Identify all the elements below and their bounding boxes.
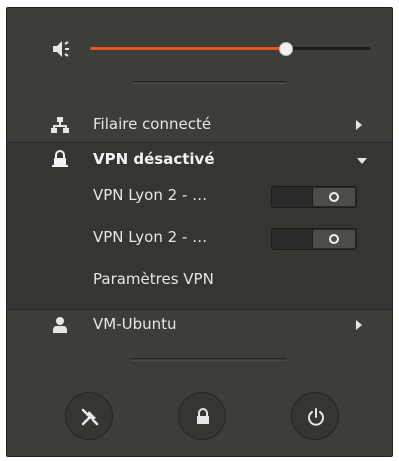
toggle-thumb xyxy=(312,230,355,248)
vpn-connection-item[interactable]: VPN Lyon 2 - … xyxy=(7,221,392,255)
vpn-settings-label: Paramètres VPN xyxy=(93,270,214,288)
toggle-off-indicator xyxy=(329,234,339,244)
wired-network-label: Filaire connecté xyxy=(93,115,212,133)
power-button[interactable] xyxy=(291,392,339,440)
user-icon xyxy=(51,316,69,334)
chevron-down-icon xyxy=(357,158,367,164)
vpn-settings-item[interactable]: Paramètres VPN xyxy=(7,263,392,297)
toggle-off-indicator xyxy=(329,192,339,202)
separator xyxy=(131,81,286,84)
user-label: VM-Ubuntu xyxy=(93,315,177,333)
settings-button[interactable] xyxy=(65,392,113,440)
volume-slider-fill xyxy=(90,47,286,50)
vpn-connection-item[interactable]: VPN Lyon 2 - … xyxy=(7,179,392,213)
volume-slider[interactable] xyxy=(90,42,370,56)
action-buttons xyxy=(7,392,392,442)
volume-row xyxy=(7,36,392,62)
vpn-connection-toggle[interactable] xyxy=(271,186,357,208)
vpn-section: VPN désactivé VPN Lyon 2 - … VPN Lyon 2 … xyxy=(7,142,392,310)
vpn-header-item[interactable]: VPN désactivé xyxy=(7,143,392,177)
lock-icon xyxy=(51,150,69,168)
separator xyxy=(131,358,286,361)
volume-slider-handle[interactable] xyxy=(279,42,293,56)
chevron-right-icon xyxy=(356,320,362,330)
audio-volume-icon xyxy=(51,38,73,60)
vpn-connection-label: VPN Lyon 2 - … xyxy=(93,228,208,246)
system-status-menu: Filaire connecté VPN désactivé VPN Lyon … xyxy=(6,7,393,457)
vpn-connection-toggle[interactable] xyxy=(271,228,357,250)
user-item[interactable]: VM-Ubuntu xyxy=(7,308,392,342)
toggle-thumb xyxy=(312,188,355,206)
vpn-status-label: VPN désactivé xyxy=(93,150,215,168)
wired-network-item[interactable]: Filaire connecté xyxy=(7,108,392,142)
network-wired-icon xyxy=(51,116,69,134)
chevron-right-icon xyxy=(356,120,362,130)
lock-screen-button[interactable] xyxy=(178,392,226,440)
vpn-connection-label: VPN Lyon 2 - … xyxy=(93,186,208,204)
